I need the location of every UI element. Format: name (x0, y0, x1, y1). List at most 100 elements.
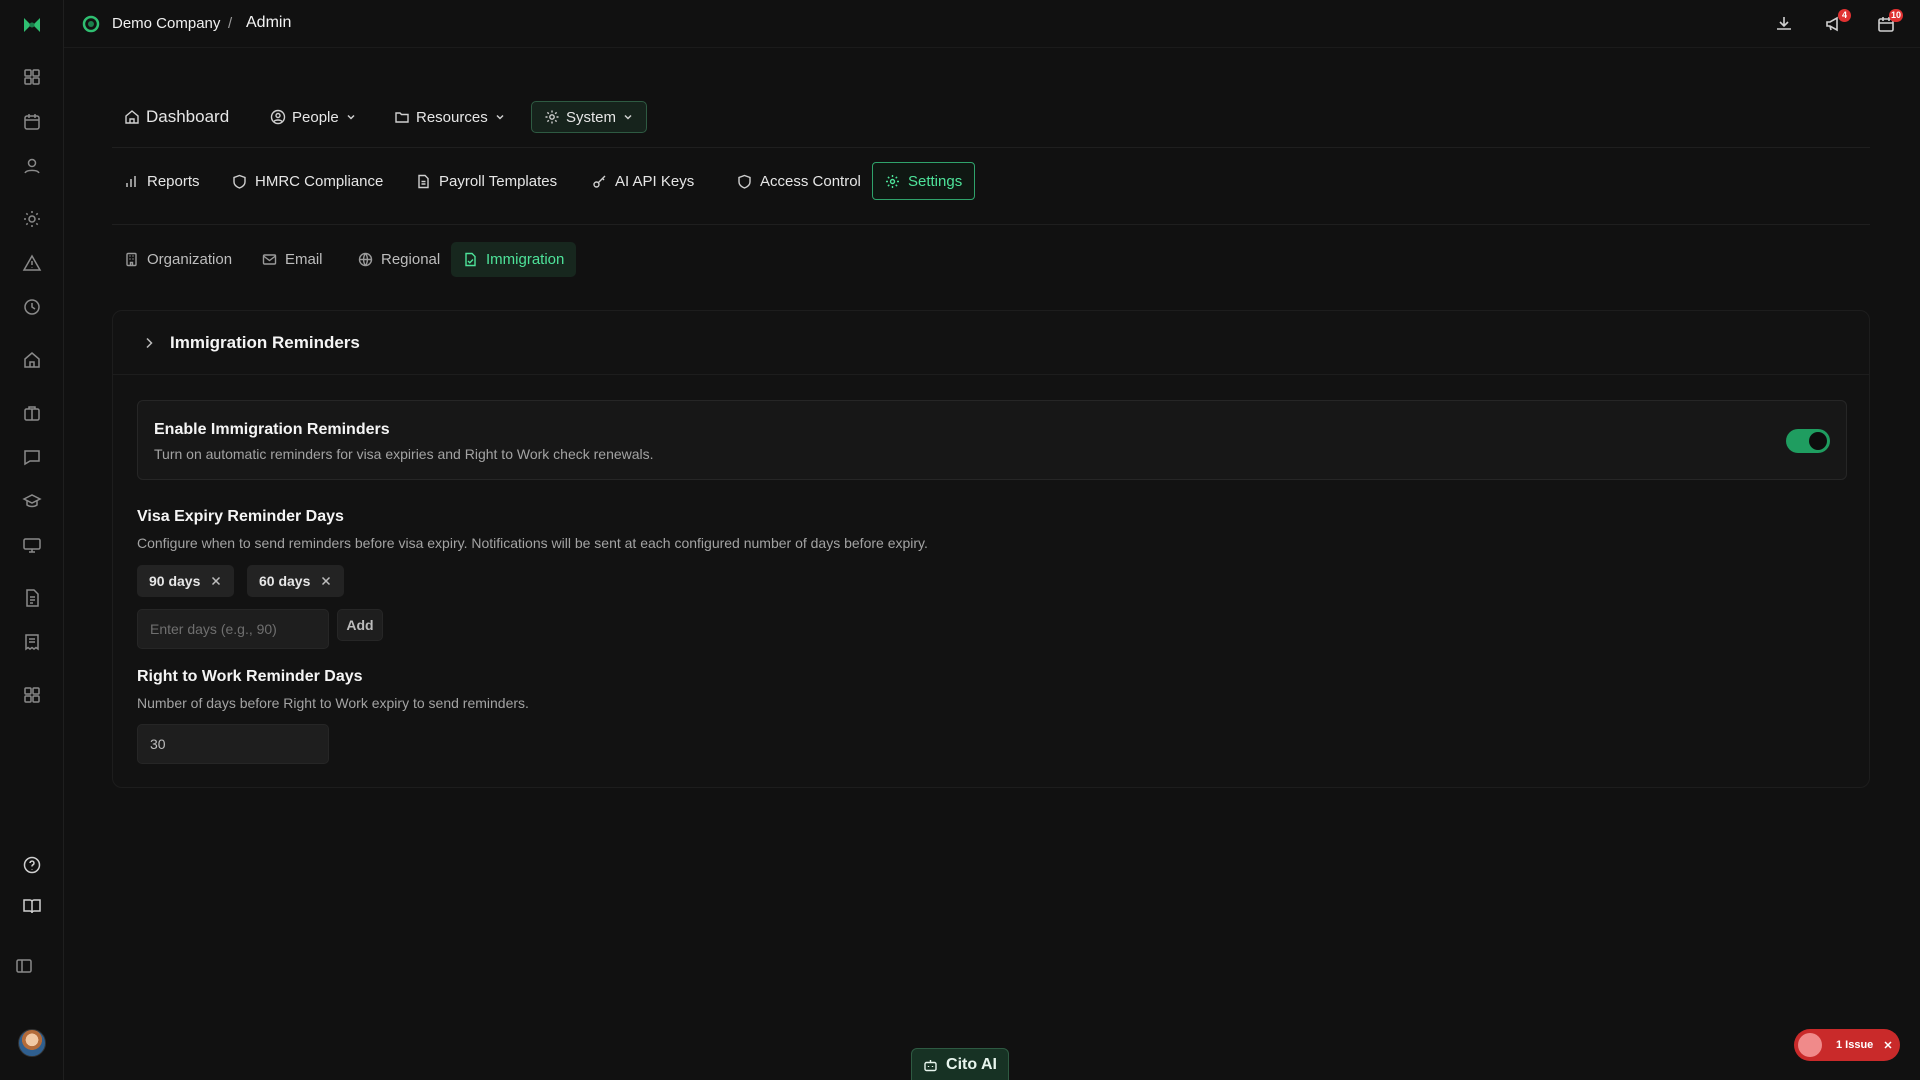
avatar[interactable] (18, 1029, 46, 1057)
file-check-icon (465, 252, 476, 267)
chevron-down-icon (345, 111, 357, 123)
subnav-settings[interactable]: Settings (872, 162, 976, 200)
apps-icon[interactable] (22, 685, 42, 705)
subnav-hmrc-label: HMRC Compliance (255, 172, 384, 190)
building-icon (126, 252, 137, 267)
issue-badge[interactable]: 1 Issue (1794, 1029, 1900, 1061)
sidebar (0, 0, 64, 1080)
rtw-section-description: Number of days before Right to Work expi… (137, 695, 529, 711)
company-logo-icon (82, 15, 100, 33)
add-days-button[interactable]: Add (337, 609, 383, 641)
nav-dashboard-label: Dashboard (146, 107, 230, 126)
clock-icon[interactable] (22, 297, 42, 317)
main-nav: Dashboard People Resources System (112, 98, 1870, 148)
nav-people-label: People (292, 108, 339, 126)
subnav-reports-label: Reports (147, 172, 200, 190)
enable-reminders-toggle[interactable] (1786, 429, 1830, 453)
card-header[interactable]: Immigration Reminders (113, 311, 1869, 375)
gear-icon (545, 110, 559, 124)
tab-immigration[interactable]: Immigration (451, 242, 577, 277)
download-icon[interactable] (1774, 14, 1794, 34)
nav-system-label: System (566, 108, 617, 126)
calendar-icon[interactable] (22, 112, 42, 132)
home-icon (125, 110, 139, 124)
subnav-payroll-label: Payroll Templates (439, 172, 558, 190)
calendar-icon[interactable]: 10 (1876, 9, 1903, 34)
chevron-down-icon (494, 111, 506, 123)
close-icon[interactable] (1883, 1040, 1893, 1050)
rtw-section-title: Right to Work Reminder Days (137, 668, 363, 685)
app-logo-icon[interactable] (20, 13, 44, 37)
tab-regional[interactable]: Regional (346, 242, 452, 277)
nav-people[interactable]: People (258, 101, 369, 133)
gear-icon (886, 174, 899, 188)
subnav-ai-keys[interactable]: AI API Keys (580, 162, 706, 200)
subnav-ai-keys-label: AI API Keys (615, 172, 695, 190)
nav-resources[interactable]: Resources (382, 101, 518, 133)
subnav-hmrc[interactable]: HMRC Compliance (220, 162, 395, 200)
issue-indicator-icon (1798, 1033, 1822, 1057)
shield-icon (233, 174, 246, 189)
tab-immigration-label: Immigration (486, 251, 565, 268)
briefcase-icon[interactable] (22, 403, 42, 423)
subnav-payroll[interactable]: Payroll Templates (404, 162, 569, 200)
user-icon[interactable] (22, 156, 42, 176)
nav-dashboard[interactable]: Dashboard (112, 101, 241, 133)
dashboard-grid-icon[interactable] (22, 67, 42, 87)
subnav-access-label: Access Control (760, 172, 861, 190)
visa-days-input[interactable] (137, 609, 329, 649)
notifications-badge: 4 (1838, 9, 1851, 22)
chevron-right-icon[interactable] (141, 335, 157, 351)
home-icon[interactable] (22, 350, 42, 370)
tab-email[interactable]: Email (250, 242, 335, 277)
receipt-icon[interactable] (22, 632, 42, 652)
enable-reminders-row: Enable Immigration Reminders Turn on aut… (137, 400, 1847, 480)
visa-section-description: Configure when to send reminders before … (137, 535, 928, 551)
card-title: Immigration Reminders (170, 333, 360, 352)
chat-icon[interactable] (22, 447, 42, 467)
shield-icon (738, 174, 751, 189)
sun-icon[interactable] (22, 209, 42, 229)
tab-organization[interactable]: Organization (112, 242, 244, 277)
folder-icon (395, 112, 409, 123)
document-icon[interactable] (22, 588, 42, 608)
visa-section-title: Visa Expiry Reminder Days (137, 508, 344, 525)
monitor-icon[interactable] (22, 535, 42, 555)
bar-chart-icon (126, 175, 136, 187)
close-icon[interactable] (320, 575, 332, 587)
tab-regional-label: Regional (381, 251, 441, 268)
book-icon[interactable] (22, 896, 42, 916)
toggle-knob (1809, 432, 1827, 450)
issue-label: 1 Issue (1836, 1039, 1874, 1051)
subnav-reports[interactable]: Reports (112, 162, 212, 200)
immigration-reminders-card: Immigration Reminders Enable Immigration… (112, 310, 1870, 788)
chevron-down-icon (622, 111, 634, 123)
rtw-days-field[interactable]: 30 (137, 724, 329, 764)
alert-icon[interactable] (22, 253, 42, 273)
panel-toggle-icon[interactable] (14, 956, 34, 976)
visa-chip-label: 90 days (149, 573, 201, 589)
breadcrumb-company[interactable]: Demo Company (112, 15, 220, 32)
globe-icon (358, 252, 373, 267)
megaphone-icon[interactable]: 4 (1824, 9, 1851, 34)
nav-resources-label: Resources (416, 108, 488, 126)
robot-icon (924, 1059, 937, 1071)
nav-system[interactable]: System (531, 101, 648, 133)
graduation-cap-icon[interactable] (22, 491, 42, 511)
visa-chip: 60 days (247, 565, 345, 597)
close-icon[interactable] (210, 575, 222, 587)
subnav-settings-label: Settings (908, 172, 963, 190)
help-icon[interactable] (22, 855, 42, 875)
visa-chip: 90 days (137, 565, 235, 597)
user-circle-icon (270, 109, 286, 125)
enable-reminders-title: Enable Immigration Reminders (154, 421, 390, 438)
breadcrumb-page: Admin (246, 14, 292, 31)
document-icon (418, 174, 429, 188)
sub-nav: Reports HMRC Compliance Payroll Template… (112, 162, 1870, 225)
cito-ai-button[interactable]: Cito AI (911, 1048, 1009, 1080)
key-icon (593, 175, 606, 188)
tab-email-label: Email (285, 251, 323, 268)
subnav-access[interactable]: Access Control (725, 162, 873, 200)
top-header: Demo Company / Admin 4 10 (64, 0, 1920, 48)
cito-ai-label: Cito AI (946, 1056, 997, 1073)
